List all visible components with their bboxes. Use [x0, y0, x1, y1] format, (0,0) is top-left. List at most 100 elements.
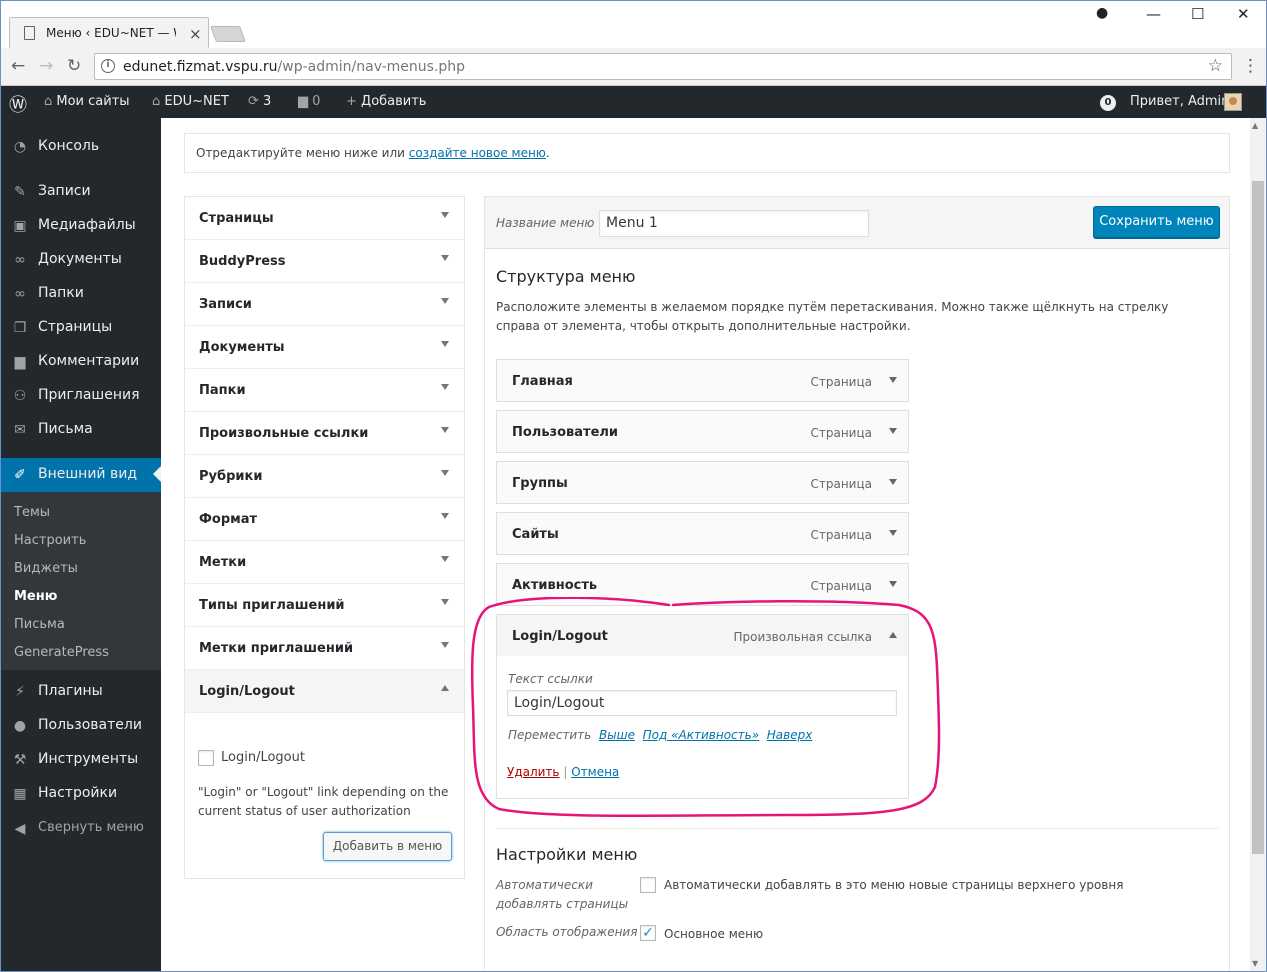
submenu-mail[interactable]: Письма [14, 617, 65, 632]
reload-button[interactable]: ↻ [67, 56, 81, 76]
maximize-button[interactable]: ☐ [1191, 5, 1204, 23]
chevron-down-icon[interactable] [889, 581, 897, 587]
sidebar-item-invitations[interactable]: ⚇ Приглашения [1, 379, 161, 413]
notification-count[interactable]: 0 [1100, 95, 1116, 111]
back-button[interactable]: ← [11, 56, 25, 76]
menu-item-users[interactable]: Пользователи Страница [496, 410, 909, 453]
avatar[interactable] [1224, 93, 1242, 111]
browser-tab[interactable]: Меню ‹ EDU~NET — Wo × [9, 17, 209, 48]
accordion-tags[interactable]: Метки [185, 541, 464, 584]
sidebar-item-posts[interactable]: ✎ Записи [1, 175, 161, 209]
sidebar-item-plugins[interactable]: ⚡ Плагины [1, 675, 161, 709]
comment-icon: ▆ [14, 354, 26, 370]
auto-add-label: Автоматически добавлять страницы [496, 878, 629, 911]
sidebar-item-comments[interactable]: ▆ Комментарии [1, 345, 161, 379]
accordion-buddypress[interactable]: BuddyPress [185, 240, 464, 283]
divider [496, 828, 1219, 829]
close-tab-icon[interactable]: × [189, 25, 202, 43]
highlight-annotation [470, 597, 941, 818]
submenu-customize[interactable]: Настроить [14, 533, 86, 548]
chevron-down-icon[interactable] [889, 377, 897, 383]
login-logout-checkbox[interactable] [198, 750, 214, 766]
address-bar[interactable]: i edunet.fizmat.vspu.ru/wp-admin/nav-men… [94, 53, 1232, 80]
save-menu-button[interactable]: Сохранить меню [1093, 206, 1220, 238]
sidebar-item-users[interactable]: ● Пользователи [1, 709, 161, 743]
minimize-button[interactable]: — [1146, 5, 1161, 23]
accordion-format[interactable]: Формат [185, 498, 464, 541]
sidebar-item-console[interactable]: ◔ Консоль [1, 130, 161, 164]
accordion-documents[interactable]: Документы [185, 326, 464, 369]
login-logout-checkbox-label: Login/Logout [221, 750, 305, 765]
site-link[interactable]: ⌂ EDU~NET [152, 94, 229, 109]
menu-name-label: Название меню [496, 216, 595, 230]
sidebar-item-pages[interactable]: ❐ Страницы [1, 311, 161, 345]
account-greeting[interactable]: Привет, Admin [1130, 94, 1229, 109]
accordion-categories[interactable]: Рубрики [185, 455, 464, 498]
chevron-down-icon[interactable] [889, 530, 897, 536]
create-new-menu-link[interactable]: создайте новое меню [409, 146, 546, 160]
chevron-down-icon [441, 513, 449, 519]
submenu-generatepress[interactable]: GeneratePress [14, 645, 109, 660]
new-tab-button[interactable] [210, 26, 246, 42]
info-icon[interactable]: i [101, 59, 115, 73]
notice-box: Отредактируйте меню ниже или создайте но… [184, 133, 1230, 173]
menu-structure-title: Структура меню [496, 267, 636, 286]
sidebar-item-folders[interactable]: ∞ Папки [1, 277, 161, 311]
bookmark-star-icon[interactable]: ☆ [1208, 56, 1223, 76]
accordion-login-logout[interactable]: Login/Logout [185, 670, 464, 713]
add-to-menu-button[interactable]: Добавить в меню [323, 832, 452, 861]
chevron-down-icon [441, 212, 449, 218]
mail-icon: ✉ [14, 422, 26, 438]
chevron-down-icon [441, 255, 449, 261]
chevron-up-icon [441, 685, 449, 691]
link-icon: ∞ [14, 286, 26, 302]
window-close-button[interactable]: ✕ [1237, 5, 1250, 23]
submenu-widgets[interactable]: Виджеты [14, 561, 78, 576]
scrollbar-thumb[interactable] [1252, 181, 1264, 854]
sidebar-item-documents[interactable]: ∞ Документы [1, 243, 161, 277]
updates-link[interactable]: ⟳ 3 [248, 94, 271, 109]
group-icon: ⚇ [13, 388, 27, 404]
accordion-posts[interactable]: Записи [185, 283, 464, 326]
submenu-menus[interactable]: Меню [14, 589, 57, 604]
wordpress-logo-icon[interactable]: Ⓦ [9, 91, 27, 117]
chevron-down-icon[interactable] [889, 479, 897, 485]
add-new-link[interactable]: + Добавить [346, 94, 426, 109]
chevron-down-icon [441, 384, 449, 390]
accordion-pages[interactable]: Страницы [185, 197, 464, 240]
scroll-down-arrow[interactable]: ▼ [1252, 959, 1258, 968]
media-icon: ▣ [13, 218, 27, 234]
notice-text: Отредактируйте меню ниже или создайте но… [196, 146, 550, 160]
profile-icon[interactable]: ● [1096, 5, 1108, 21]
my-sites-link[interactable]: ⌂ Мои сайты [44, 94, 130, 109]
forward-button[interactable]: → [39, 56, 53, 76]
sidebar-item-media[interactable]: ▣ Медиафайлы [1, 209, 161, 243]
admin-sidebar: ◔ Консоль ✎ Записи ▣ Медиафайлы ∞ Документы … [1, 118, 161, 971]
accordion-folders[interactable]: Папки [185, 369, 464, 412]
sidebar-item-settings[interactable]: ▦ Настройки [1, 777, 161, 811]
sidebar-item-appearance[interactable]: ✐ Внешний вид [1, 458, 161, 492]
collapse-icon: ◀ [14, 821, 26, 837]
collapse-menu-button[interactable]: ◀ Свернуть меню [1, 812, 161, 846]
menu-name-input[interactable]: Menu 1 [599, 210, 869, 237]
tab-title: Меню ‹ EDU~NET — Wo [46, 26, 176, 40]
primary-menu-text: Основное меню [664, 927, 764, 941]
menu-item-sites[interactable]: Сайты Страница [496, 512, 909, 555]
submenu-themes[interactable]: Темы [14, 505, 50, 520]
primary-menu-checkbox[interactable]: ✓ [640, 925, 656, 941]
scroll-up-arrow[interactable]: ▲ [1252, 121, 1258, 130]
accordion-invitation-types[interactable]: Типы приглашений [185, 584, 464, 627]
accordion-invitation-tags[interactable]: Метки приглашений [185, 627, 464, 670]
chevron-down-icon[interactable] [889, 428, 897, 434]
accordion-custom-links[interactable]: Произвольные ссылки [185, 412, 464, 455]
menu-item-home[interactable]: Главная Страница [496, 359, 909, 402]
comments-link[interactable]: ▆ 0 [298, 94, 320, 109]
browser-menu-icon[interactable]: ⋮ [1242, 56, 1259, 76]
plus-icon: + [346, 94, 362, 109]
auto-add-pages-text: Автоматически добавлять в это меню новые… [664, 878, 1124, 892]
sidebar-item-mail[interactable]: ✉ Письма [1, 413, 161, 447]
menu-settings-title: Настройки меню [496, 845, 638, 864]
sidebar-item-tools[interactable]: ⚒ Инструменты [1, 743, 161, 777]
menu-item-groups[interactable]: Группы Страница [496, 461, 909, 504]
auto-add-pages-checkbox[interactable] [640, 877, 656, 893]
